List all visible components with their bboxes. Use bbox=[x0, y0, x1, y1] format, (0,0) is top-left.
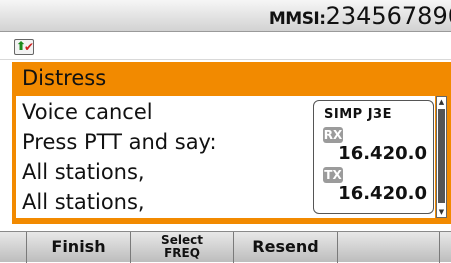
message-area: Voice cancel Press PTT and say: All stat… bbox=[16, 96, 435, 218]
scroll-thumb[interactable] bbox=[438, 109, 445, 203]
scrollbar[interactable]: ▲ ▼ bbox=[436, 96, 447, 218]
select-freq-button[interactable]: Select FREQ bbox=[131, 232, 234, 263]
scroll-up-icon[interactable]: ▲ bbox=[437, 97, 446, 107]
icon-row: ⬆ ✔ bbox=[0, 32, 451, 60]
select-freq-label-1: Select bbox=[161, 233, 203, 247]
softkey-blank[interactable] bbox=[338, 232, 440, 263]
softkey-blank-left bbox=[0, 232, 27, 263]
dsc-distress-screen: MMSI:234567890 ⬆ ✔ Distress Voice cancel… bbox=[0, 0, 451, 263]
mode-label: SIMP J3E bbox=[324, 107, 392, 122]
message-line: Press PTT and say: bbox=[22, 130, 217, 154]
message-line: All stations, bbox=[22, 190, 145, 214]
tx-tag: TX bbox=[323, 167, 343, 183]
channel-info-box: SIMP J3E RX 16.420.0 TX 16.420.0 bbox=[313, 100, 434, 214]
rx-tag: RX bbox=[323, 127, 343, 143]
mmsi-display: MMSI:234567890 bbox=[269, 2, 451, 30]
dsc-call-icon: ⬆ ✔ bbox=[14, 39, 34, 55]
check-icon: ✔ bbox=[24, 40, 35, 54]
mmsi-label: MMSI: bbox=[268, 9, 326, 29]
status-bar: MMSI:234567890 bbox=[0, 0, 451, 32]
distress-panel: Distress Voice cancel Press PTT and say:… bbox=[12, 62, 451, 224]
panel-title: Distress bbox=[22, 66, 107, 90]
message-line: All stations, bbox=[22, 160, 145, 184]
select-freq-label-2: FREQ bbox=[164, 246, 200, 260]
softkey-blank-right bbox=[440, 232, 451, 263]
resend-label: Resend bbox=[252, 237, 319, 256]
finish-button[interactable]: Finish bbox=[27, 232, 131, 263]
resend-button[interactable]: Resend bbox=[234, 232, 338, 263]
finish-label: Finish bbox=[51, 237, 106, 256]
mmsi-value: 234567890 bbox=[325, 2, 451, 30]
rx-frequency: 16.420.0 bbox=[338, 143, 427, 164]
softkey-bar: Finish Select FREQ Resend bbox=[0, 231, 451, 263]
tx-frequency: 16.420.0 bbox=[338, 183, 427, 204]
scroll-down-icon[interactable]: ▼ bbox=[437, 207, 446, 217]
message-line: Voice cancel bbox=[22, 100, 153, 124]
